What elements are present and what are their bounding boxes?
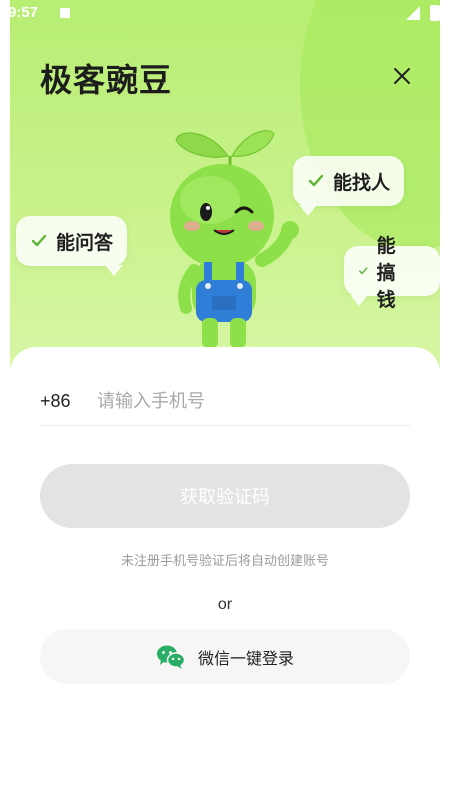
wechat-login-button[interactable]: 微信一键登录: [40, 629, 410, 684]
app-title: 极客豌豆: [40, 61, 173, 99]
bubble-label: 能搞钱: [376, 234, 396, 311]
get-verification-code-button[interactable]: 获取验证码: [40, 464, 410, 528]
status-time: 9:57: [10, 4, 39, 21]
wechat-icon: [156, 645, 186, 669]
mascot-illustration: [170, 130, 299, 348]
feature-bubble-money: 能搞钱: [344, 235, 440, 311]
bubble-label: 能找人: [333, 171, 391, 194]
auto-register-hint: 未注册手机号验证后将自动创建账号: [120, 554, 329, 569]
feature-bubble-ask: 能问答: [16, 216, 128, 276]
wechat-login-label: 微信一键登录: [197, 648, 294, 668]
login-form-sheet: +86 获取验证码 未注册手机号验证后将自动创建账号 or 微信一键登录: [10, 347, 440, 800]
notification-icon: [60, 8, 70, 18]
status-bar: 9:57: [10, 0, 440, 26]
phone-number-row: +86: [40, 377, 410, 426]
close-icon[interactable]: [390, 64, 414, 88]
check-icon: [359, 267, 368, 275]
check-icon: [31, 234, 47, 247]
battery-icon: [430, 5, 440, 21]
country-code[interactable]: +86: [40, 391, 95, 412]
signal-icon: [406, 6, 420, 20]
phone-number-input[interactable]: [95, 389, 399, 413]
or-divider-text: or: [217, 596, 233, 613]
hero-banner: 9:57 极客豌豆 能问答 能找人 能搞钱: [10, 0, 440, 380]
login-screen: 9:57 极客豌豆 能问答 能找人 能搞钱 +86 请输入手机号 获取验证码 未…: [10, 0, 440, 800]
bubble-label: 能问答: [56, 231, 114, 254]
hero-decoration: [300, 0, 440, 250]
